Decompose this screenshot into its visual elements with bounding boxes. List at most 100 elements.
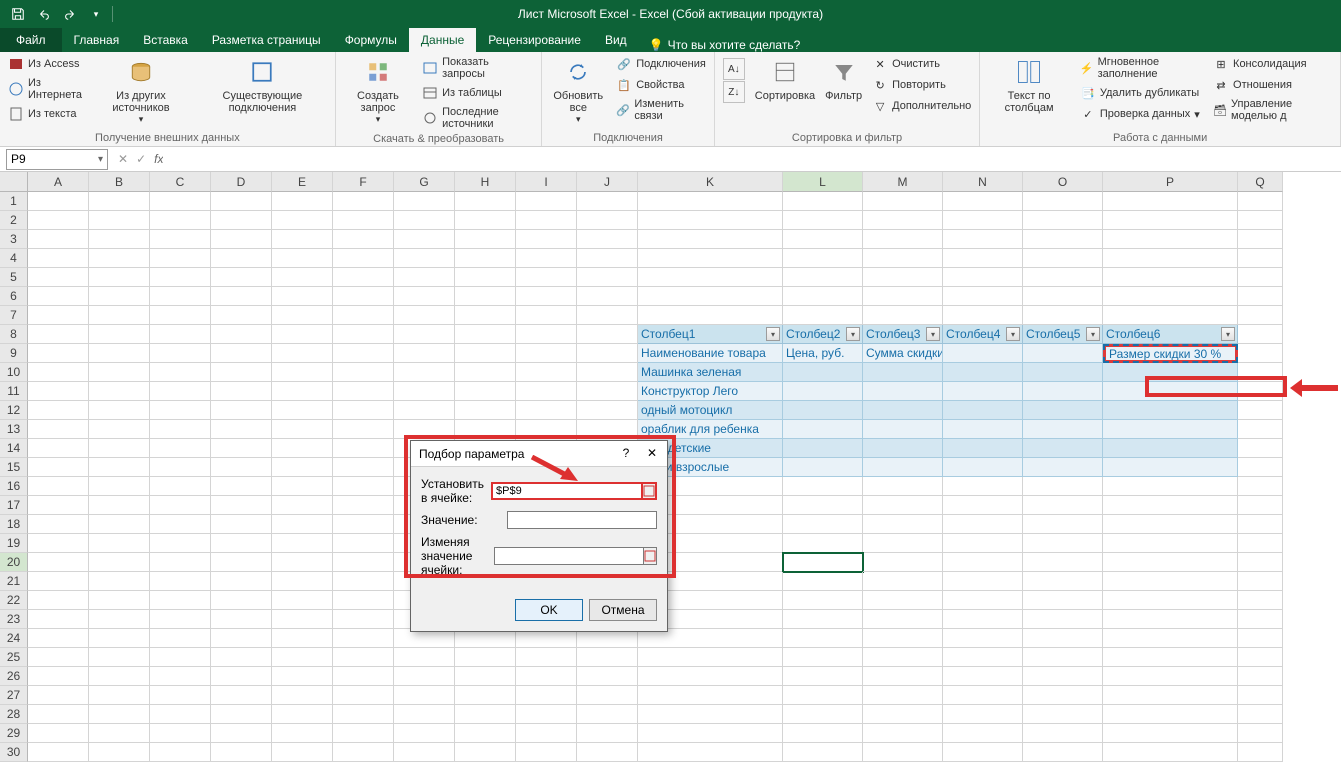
cell-I5[interactable] (516, 268, 577, 287)
cell-C3[interactable] (150, 230, 211, 249)
cell-H27[interactable] (455, 686, 516, 705)
cell-I11[interactable] (516, 382, 577, 401)
cell-O3[interactable] (1023, 230, 1103, 249)
cell-J12[interactable] (577, 401, 638, 420)
cell-A26[interactable] (28, 667, 89, 686)
cell-D20[interactable] (211, 553, 272, 572)
cell-E25[interactable] (272, 648, 333, 667)
cell-M22[interactable] (863, 591, 943, 610)
cell-B12[interactable] (89, 401, 150, 420)
cell-N16[interactable] (943, 477, 1023, 496)
cell-E3[interactable] (272, 230, 333, 249)
cell-D4[interactable] (211, 249, 272, 268)
cell-F4[interactable] (333, 249, 394, 268)
cell-N14[interactable] (943, 439, 1023, 458)
cell-D10[interactable] (211, 363, 272, 382)
cell-D11[interactable] (211, 382, 272, 401)
filter-button-M[interactable]: ▾ (926, 327, 940, 341)
cell-H25[interactable] (455, 648, 516, 667)
cell-A23[interactable] (28, 610, 89, 629)
row-header-20[interactable]: 20 (0, 553, 28, 572)
cell-A7[interactable] (28, 306, 89, 325)
cell-L3[interactable] (783, 230, 863, 249)
cell-A24[interactable] (28, 629, 89, 648)
cell-B22[interactable] (89, 591, 150, 610)
cell-C25[interactable] (150, 648, 211, 667)
cell-B11[interactable] (89, 382, 150, 401)
cell-E21[interactable] (272, 572, 333, 591)
cell-N3[interactable] (943, 230, 1023, 249)
cell-H8[interactable] (455, 325, 516, 344)
cell-P13[interactable] (1103, 420, 1238, 439)
cell-C14[interactable] (150, 439, 211, 458)
cell-P23[interactable] (1103, 610, 1238, 629)
name-box[interactable]: P9 (6, 149, 108, 170)
cell-A8[interactable] (28, 325, 89, 344)
filter-button-P[interactable]: ▾ (1221, 327, 1235, 341)
cell-C26[interactable] (150, 667, 211, 686)
row-header-22[interactable]: 22 (0, 591, 28, 610)
row-header-19[interactable]: 19 (0, 534, 28, 553)
cell-Q4[interactable] (1238, 249, 1283, 268)
cell-F22[interactable] (333, 591, 394, 610)
tab-view[interactable]: Вид (593, 28, 639, 52)
row-header-26[interactable]: 26 (0, 667, 28, 686)
column-header-D[interactable]: D (211, 172, 272, 192)
column-header-J[interactable]: J (577, 172, 638, 192)
cell-E27[interactable] (272, 686, 333, 705)
cell-P4[interactable] (1103, 249, 1238, 268)
redo-icon[interactable] (58, 3, 82, 25)
cell-A16[interactable] (28, 477, 89, 496)
column-header-Q[interactable]: Q (1238, 172, 1283, 192)
column-header-P[interactable]: P (1103, 172, 1238, 192)
select-all-corner[interactable] (0, 172, 28, 192)
cell-J9[interactable] (577, 344, 638, 363)
cell-F13[interactable] (333, 420, 394, 439)
cell-A30[interactable] (28, 743, 89, 762)
refresh-all-button[interactable]: Обновить все▾ (546, 54, 610, 127)
cell-H9[interactable] (455, 344, 516, 363)
cell-A6[interactable] (28, 287, 89, 306)
cell-H7[interactable] (455, 306, 516, 325)
cell-A29[interactable] (28, 724, 89, 743)
cell-B26[interactable] (89, 667, 150, 686)
cell-F26[interactable] (333, 667, 394, 686)
cell-B23[interactable] (89, 610, 150, 629)
cell-I13[interactable] (516, 420, 577, 439)
cell-L10[interactable] (783, 363, 863, 382)
cell-O2[interactable] (1023, 211, 1103, 230)
cell-M11[interactable] (863, 382, 943, 401)
cell-D12[interactable] (211, 401, 272, 420)
cell-I26[interactable] (516, 667, 577, 686)
cell-J6[interactable] (577, 287, 638, 306)
cell-L11[interactable] (783, 382, 863, 401)
cell-B25[interactable] (89, 648, 150, 667)
cell-G13[interactable] (394, 420, 455, 439)
cell-F18[interactable] (333, 515, 394, 534)
row-header-10[interactable]: 10 (0, 363, 28, 382)
cell-K1[interactable] (638, 192, 783, 211)
cell-M12[interactable] (863, 401, 943, 420)
cell-G1[interactable] (394, 192, 455, 211)
cell-M16[interactable] (863, 477, 943, 496)
cell-O14[interactable] (1023, 439, 1103, 458)
cell-M4[interactable] (863, 249, 943, 268)
row-header-1[interactable]: 1 (0, 192, 28, 211)
cell-N18[interactable] (943, 515, 1023, 534)
cell-K9[interactable]: Наименование товара (638, 344, 783, 363)
row-header-23[interactable]: 23 (0, 610, 28, 629)
cell-P21[interactable] (1103, 572, 1238, 591)
cell-E8[interactable] (272, 325, 333, 344)
cell-P8[interactable]: Столбец6▾ (1103, 325, 1238, 344)
cell-F1[interactable] (333, 192, 394, 211)
cell-L23[interactable] (783, 610, 863, 629)
changing-cell-ref-button[interactable] (644, 547, 657, 565)
cell-F25[interactable] (333, 648, 394, 667)
cell-L13[interactable] (783, 420, 863, 439)
row-header-16[interactable]: 16 (0, 477, 28, 496)
cell-P1[interactable] (1103, 192, 1238, 211)
column-header-K[interactable]: K (638, 172, 783, 192)
cell-F10[interactable] (333, 363, 394, 382)
cell-M21[interactable] (863, 572, 943, 591)
cell-N4[interactable] (943, 249, 1023, 268)
